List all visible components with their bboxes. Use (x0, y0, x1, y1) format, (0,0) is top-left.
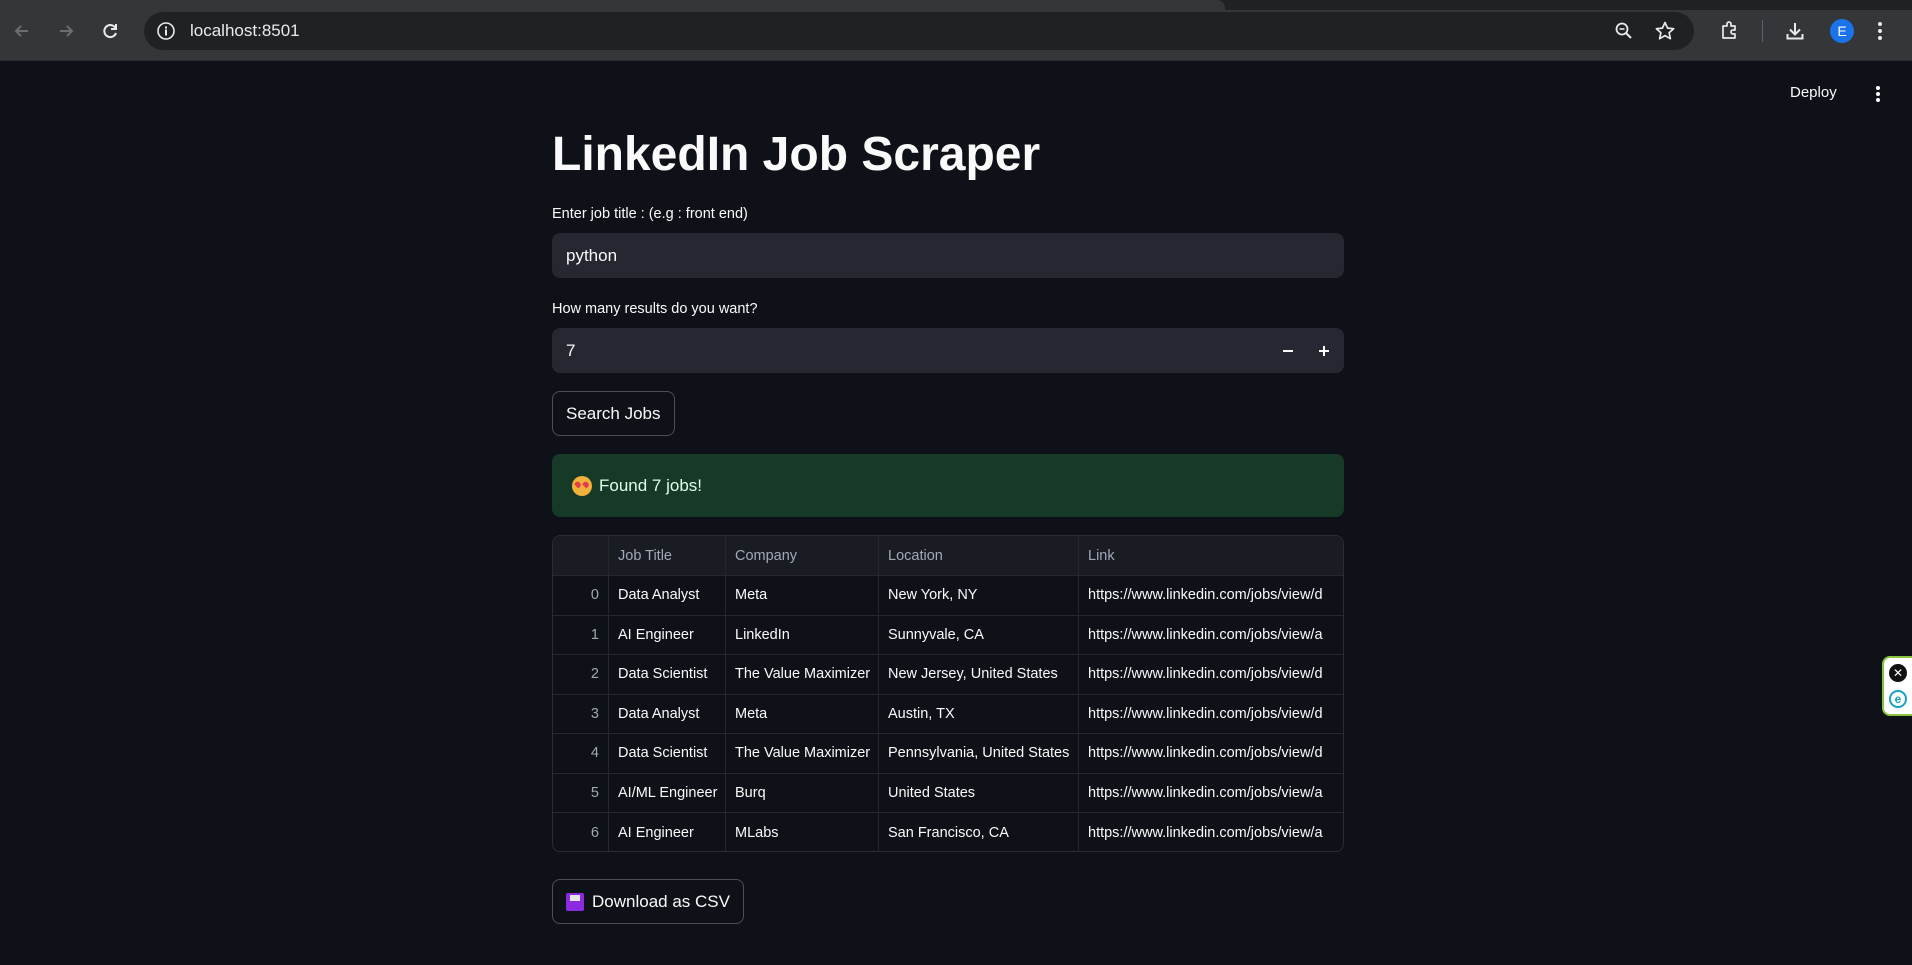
row-index: 0 (553, 576, 609, 615)
link-cell[interactable]: https://www.linkedin.com/jobs/view/a (1079, 774, 1343, 813)
company-cell[interactable]: The Value Maximizer (726, 734, 879, 773)
location-cell[interactable]: New York, NY (879, 576, 1079, 615)
success-message: Found 7 jobs! (599, 475, 703, 495)
job-title-cell[interactable]: Data Scientist (609, 734, 726, 773)
download-icon[interactable] (1781, 17, 1809, 45)
results-count-label: How many results do you want? (552, 301, 758, 317)
jobs-table[interactable]: Job Title Company Location Link 0 Data A… (552, 535, 1344, 852)
download-csv-button[interactable]: Download as CSV (552, 879, 744, 924)
link-cell[interactable]: https://www.linkedin.com/jobs/view/a (1079, 813, 1343, 851)
zoom-icon[interactable] (1614, 21, 1634, 41)
company-cell[interactable]: The Value Maximizer (726, 655, 879, 694)
column-header-company[interactable]: Company (726, 536, 879, 575)
kebab-menu-icon[interactable] (1868, 84, 1888, 104)
page-title: LinkedIn Job Scraper (552, 128, 1041, 181)
extensions-icon[interactable] (1716, 17, 1744, 45)
active-tab[interactable] (0, 0, 1225, 10)
location-cell[interactable]: Pennsylvania, United States (879, 734, 1079, 773)
job-title-cell[interactable]: AI/ML Engineer (609, 773, 726, 812)
increment-button[interactable] (1306, 328, 1342, 373)
extension-side-widget[interactable]: ✕ e (1882, 656, 1912, 716)
row-index: 2 (553, 655, 609, 694)
table-row[interactable]: 1 AI Engineer LinkedIn Sunnyvale, CA htt… (553, 615, 1343, 655)
row-index: 1 (553, 615, 609, 654)
job-title-cell[interactable]: AI Engineer (609, 615, 726, 654)
company-cell[interactable]: Meta (726, 694, 879, 733)
job-title-cell[interactable]: Data Analyst (609, 694, 726, 733)
table-row[interactable]: 3 Data Analyst Meta Austin, TX https://w… (553, 694, 1343, 734)
browser-toolbar: localhost:8501 E (0, 0, 1912, 61)
url-text: localhost:8501 (190, 21, 300, 40)
link-cell[interactable]: https://www.linkedin.com/jobs/view/d (1079, 655, 1343, 694)
row-index: 5 (553, 773, 609, 812)
column-header-index[interactable] (553, 536, 609, 575)
browser-menu-icon[interactable] (1866, 17, 1894, 45)
job-title-label: Enter job title : (e.g : front end) (552, 206, 748, 222)
table-row[interactable]: 6 AI Engineer MLabs San Francisco, CA ht… (553, 813, 1343, 851)
location-cell[interactable]: Austin, TX (879, 694, 1079, 733)
extension-e-icon[interactable]: e (1889, 690, 1907, 708)
link-cell[interactable]: https://www.linkedin.com/jobs/view/d (1079, 576, 1343, 615)
row-index: 4 (553, 734, 609, 773)
link-cell[interactable]: https://www.linkedin.com/jobs/view/d (1079, 734, 1343, 773)
company-cell[interactable]: Burq (726, 773, 879, 812)
job-title-value: python (566, 245, 618, 265)
search-jobs-button[interactable]: Search Jobs (552, 391, 675, 436)
results-count-value: 7 (566, 340, 576, 360)
job-title-cell[interactable]: Data Analyst (609, 576, 726, 615)
star-struck-emoji-icon (572, 475, 592, 496)
link-cell[interactable]: https://www.linkedin.com/jobs/view/d (1079, 695, 1343, 734)
location-cell[interactable]: United States (879, 773, 1079, 812)
download-csv-label: Download as CSV (592, 891, 730, 911)
table-row[interactable]: 5 AI/ML Engineer Burq United States http… (553, 773, 1343, 813)
row-index: 6 (553, 813, 609, 851)
profile-avatar[interactable]: E (1830, 19, 1854, 43)
link-cell[interactable]: https://www.linkedin.com/jobs/view/a (1079, 616, 1343, 655)
location-cell[interactable]: Sunnyvale, CA (879, 615, 1079, 654)
column-header-job-title[interactable]: Job Title (609, 536, 726, 575)
table-header-row: Job Title Company Location Link (553, 536, 1343, 576)
site-info-icon[interactable] (156, 21, 176, 41)
job-title-cell[interactable]: Data Scientist (609, 655, 726, 694)
company-cell[interactable]: LinkedIn (726, 615, 879, 654)
reload-icon[interactable] (96, 17, 124, 45)
company-cell[interactable]: Meta (726, 576, 879, 615)
job-title-input[interactable]: python (552, 233, 1344, 278)
address-bar[interactable]: localhost:8501 (144, 12, 1694, 50)
results-count-stepper[interactable]: 7 (552, 328, 1344, 373)
success-alert: Found 7 jobs! (552, 454, 1344, 517)
deploy-button[interactable]: Deploy (1790, 84, 1837, 101)
column-header-location[interactable]: Location (879, 536, 1079, 575)
forward-arrow-icon[interactable] (52, 17, 80, 45)
floppy-disk-emoji-icon (566, 892, 584, 911)
location-cell[interactable]: New Jersey, United States (879, 655, 1079, 694)
column-header-link[interactable]: Link (1079, 536, 1343, 575)
location-cell[interactable]: San Francisco, CA (879, 813, 1079, 851)
back-arrow-icon[interactable] (8, 17, 36, 45)
job-title-cell[interactable]: AI Engineer (609, 813, 726, 851)
table-row[interactable]: 4 Data Scientist The Value Maximizer Pen… (553, 734, 1343, 774)
company-cell[interactable]: MLabs (726, 813, 879, 851)
bookmark-star-icon[interactable] (1654, 20, 1676, 42)
row-index: 3 (553, 694, 609, 733)
toolbar-separator (1762, 20, 1763, 42)
decrement-button[interactable] (1270, 328, 1306, 373)
tab-strip (0, 0, 1912, 10)
table-row[interactable]: 0 Data Analyst Meta New York, NY https:/… (553, 576, 1343, 616)
close-icon[interactable]: ✕ (1889, 664, 1907, 682)
table-row[interactable]: 2 Data Scientist The Value Maximizer New… (553, 655, 1343, 695)
